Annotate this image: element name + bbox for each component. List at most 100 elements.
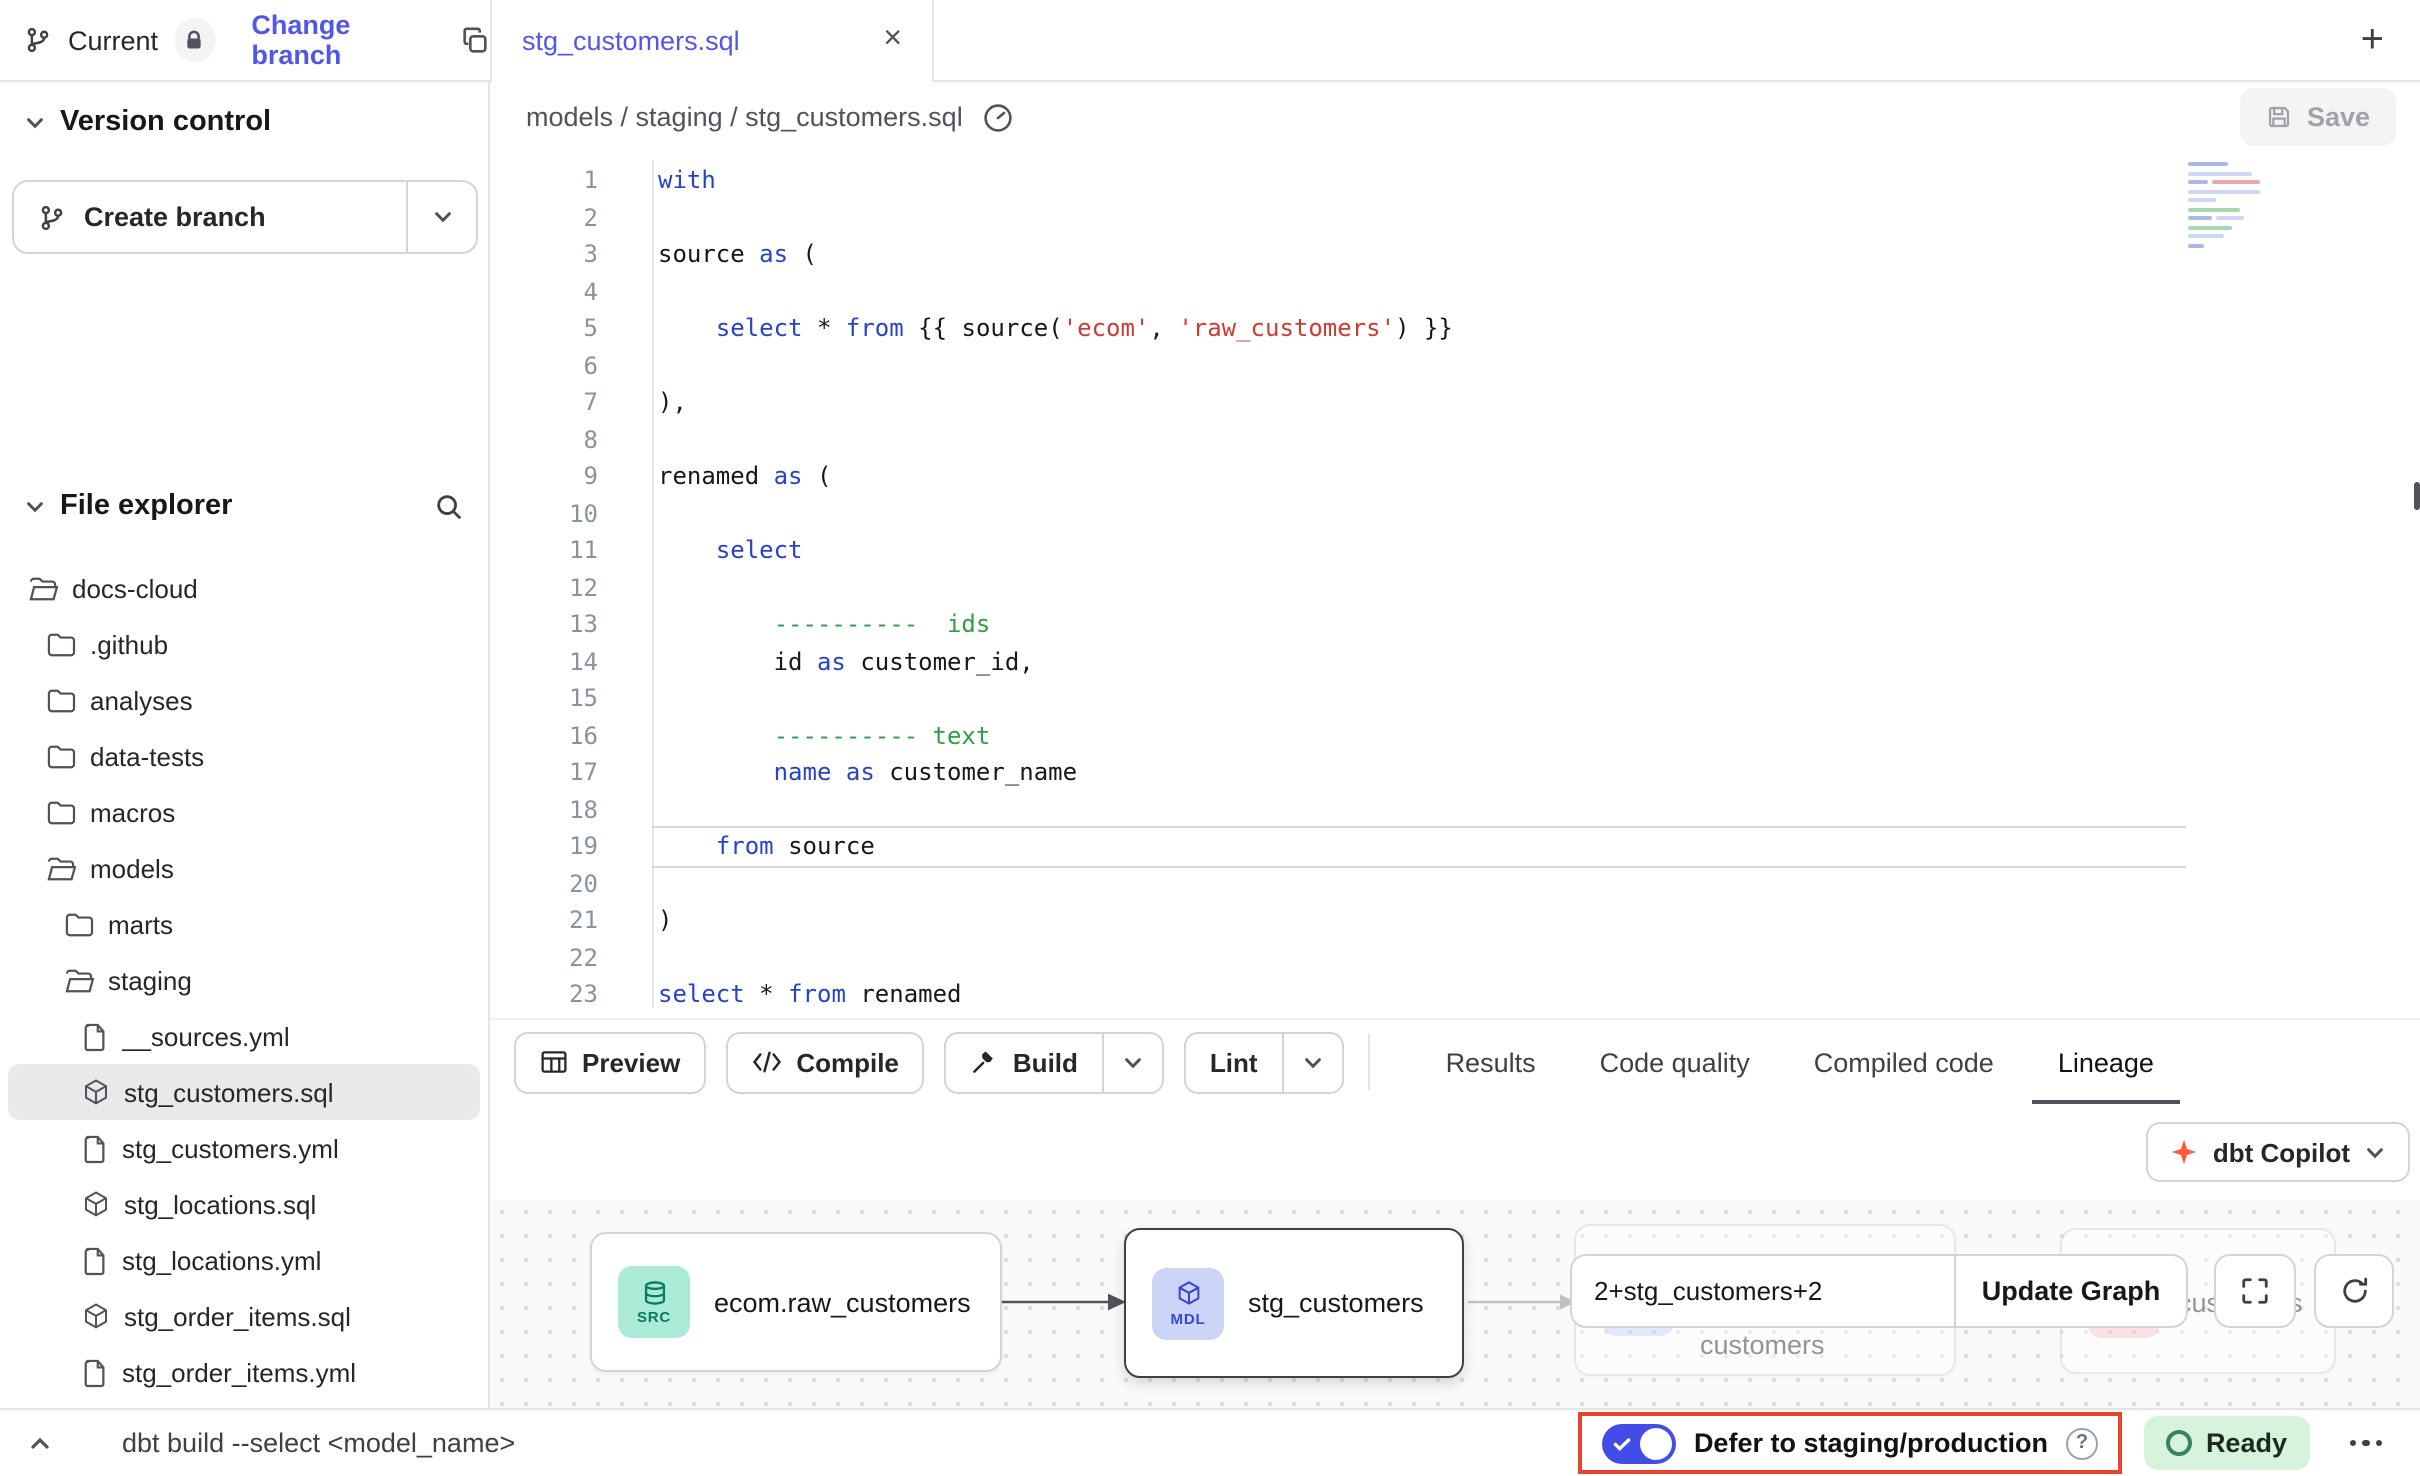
save-button[interactable]: Save <box>2241 88 2396 146</box>
lineage-edge <box>998 1288 1130 1316</box>
code-editor[interactable]: 1234567891011121314151617181920212223 wi… <box>490 154 2420 1018</box>
build-button[interactable]: Build <box>945 1031 1164 1093</box>
lineage-canvas[interactable]: MDL customers SEM customers <box>490 1200 2420 1408</box>
file-item-stg-locations-yml[interactable]: stg_locations.yml <box>8 1232 480 1288</box>
file-item-stg-order-items-sql[interactable]: stg_order_items.sql <box>8 1288 480 1344</box>
fullscreen-button[interactable] <box>2214 1254 2296 1328</box>
code-line-18[interactable] <box>658 791 2186 828</box>
code-line-15[interactable] <box>658 680 2186 717</box>
code-line-14[interactable]: id as customer_id, <box>658 643 2186 680</box>
create-branch-main[interactable]: Create branch <box>14 182 406 252</box>
change-branch-link[interactable]: Change branch <box>251 10 436 70</box>
tab-lineage[interactable]: Lineage <box>2058 1020 2154 1104</box>
code-line-8[interactable] <box>658 421 2186 458</box>
file-item-models[interactable]: models <box>8 840 480 896</box>
update-graph-button[interactable]: Update Graph <box>1956 1254 2188 1328</box>
file-item-analyses[interactable]: analyses <box>8 672 480 728</box>
file-item-marts[interactable]: marts <box>8 896 480 952</box>
help-icon[interactable]: ? <box>2066 1427 2098 1459</box>
tab-title: stg_customers.sql <box>522 25 867 55</box>
lineage-node-stg-customers[interactable]: MDL stg_customers <box>1124 1228 1464 1378</box>
database-icon <box>641 1279 667 1305</box>
code-line-12[interactable] <box>658 569 2186 606</box>
line-numbers: 1234567891011121314151617181920212223 <box>490 162 598 1013</box>
compile-label: Compile <box>796 1047 899 1077</box>
code-line-17[interactable]: name as customer_name <box>658 754 2186 791</box>
compile-button[interactable]: Compile <box>726 1031 925 1093</box>
lineage-edge-faded <box>1468 1288 1580 1316</box>
editor-scrollbar[interactable] <box>2414 482 2420 510</box>
code-line-21[interactable]: ) <box>658 902 2186 939</box>
code-line-23[interactable]: select * from renamed <box>658 976 2186 1013</box>
file-item-macros[interactable]: macros <box>8 784 480 840</box>
refresh-button[interactable] <box>2314 1254 2394 1328</box>
code-line-6[interactable] <box>658 347 2186 384</box>
code-line-16[interactable]: ---------- text <box>658 717 2186 754</box>
code-line-1[interactable]: with <box>658 162 2186 199</box>
code-line-5[interactable]: select * from {{ source('ecom', 'raw_cus… <box>658 310 2186 347</box>
tab-close-icon[interactable]: × <box>883 24 902 56</box>
editor-tab-stg-customers-sql[interactable]: stg_customers.sql × <box>490 0 934 80</box>
lineage-node-source[interactable]: SRC ecom.raw_customers <box>590 1232 1002 1372</box>
lint-dropdown[interactable] <box>1282 1033 1342 1091</box>
dbt-copilot-button[interactable]: dbt Copilot <box>2147 1122 2410 1182</box>
code-line-2[interactable] <box>658 199 2186 236</box>
create-branch-dropdown[interactable] <box>406 182 476 252</box>
file-label: stg_customers.yml <box>122 1133 339 1163</box>
toggle-knob <box>1640 1427 1672 1459</box>
preview-button[interactable]: Preview <box>514 1031 706 1093</box>
code-icon <box>752 1050 782 1074</box>
file-label: marts <box>108 909 173 939</box>
copy-icon[interactable] <box>460 25 490 55</box>
code-line-19[interactable]: from source <box>652 826 2186 867</box>
code-line-10[interactable] <box>658 495 2186 532</box>
file-item-stg-order-items-yml[interactable]: stg_order_items.yml <box>8 1344 480 1400</box>
code-line-9[interactable]: renamed as ( <box>658 458 2186 495</box>
lineage-selector-input[interactable] <box>1570 1254 1956 1328</box>
model-icon <box>82 1077 110 1107</box>
code-line-20[interactable] <box>658 865 2186 902</box>
defer-toggle[interactable] <box>1602 1423 1676 1463</box>
tab-results[interactable]: Results <box>1446 1020 1536 1104</box>
code-line-3[interactable]: source as ( <box>658 236 2186 273</box>
editor-toolbar: Preview Compile <box>490 1018 2420 1104</box>
chevron-up-icon[interactable] <box>28 1431 52 1455</box>
file-item--github[interactable]: .github <box>8 616 480 672</box>
file-item-data-tests[interactable]: data-tests <box>8 728 480 784</box>
file-item-stg-customers-sql[interactable]: stg_customers.sql <box>8 1064 480 1120</box>
file-label: __sources.yml <box>122 1021 290 1051</box>
tab-bar-empty-space <box>934 0 2353 80</box>
tab-code-quality[interactable]: Code quality <box>1600 1020 1750 1104</box>
file-explorer-header[interactable]: File explorer <box>24 490 464 522</box>
new-tab-button[interactable]: + <box>2353 17 2392 63</box>
current-branch-label: Current <box>68 25 158 55</box>
file-item--sources-yml[interactable]: __sources.yml <box>8 1008 480 1064</box>
file-item-docs-cloud[interactable]: docs-cloud <box>8 560 480 616</box>
file-item-staging[interactable]: staging <box>8 952 480 1008</box>
file-label: macros <box>90 797 175 827</box>
gauge-icon[interactable] <box>983 101 1015 133</box>
status-badge: Ready <box>2144 1416 2309 1470</box>
chevron-down-icon <box>2364 1141 2386 1163</box>
code-line-13[interactable]: ---------- ids <box>658 606 2186 643</box>
create-branch-button[interactable]: Create branch <box>12 180 478 254</box>
fullscreen-icon <box>2240 1276 2270 1306</box>
file-item-stg-customers-yml[interactable]: stg_customers.yml <box>8 1120 480 1176</box>
lint-button[interactable]: Lint <box>1184 1031 1344 1093</box>
code-line-7[interactable]: ), <box>658 384 2186 421</box>
build-dropdown[interactable] <box>1102 1033 1162 1091</box>
tab-compiled-code[interactable]: Compiled code <box>1814 1020 1994 1104</box>
code-line-11[interactable]: select <box>658 532 2186 569</box>
version-control-header[interactable]: Version control <box>24 106 464 138</box>
indent-guide <box>652 160 654 1008</box>
file-icon <box>82 1245 108 1275</box>
search-icon[interactable] <box>434 491 464 521</box>
code-line-4[interactable] <box>658 273 2186 310</box>
status-bar: dbt build --select <model_name> Defer to… <box>0 1408 2420 1476</box>
more-options-button[interactable] <box>2331 1410 2400 1476</box>
lint-label: Lint <box>1210 1047 1258 1077</box>
file-item-stg-locations-sql[interactable]: stg_locations.sql <box>8 1176 480 1232</box>
git-branch-icon <box>24 26 52 54</box>
minimap[interactable] <box>2188 162 2316 247</box>
code-line-22[interactable] <box>658 939 2186 976</box>
